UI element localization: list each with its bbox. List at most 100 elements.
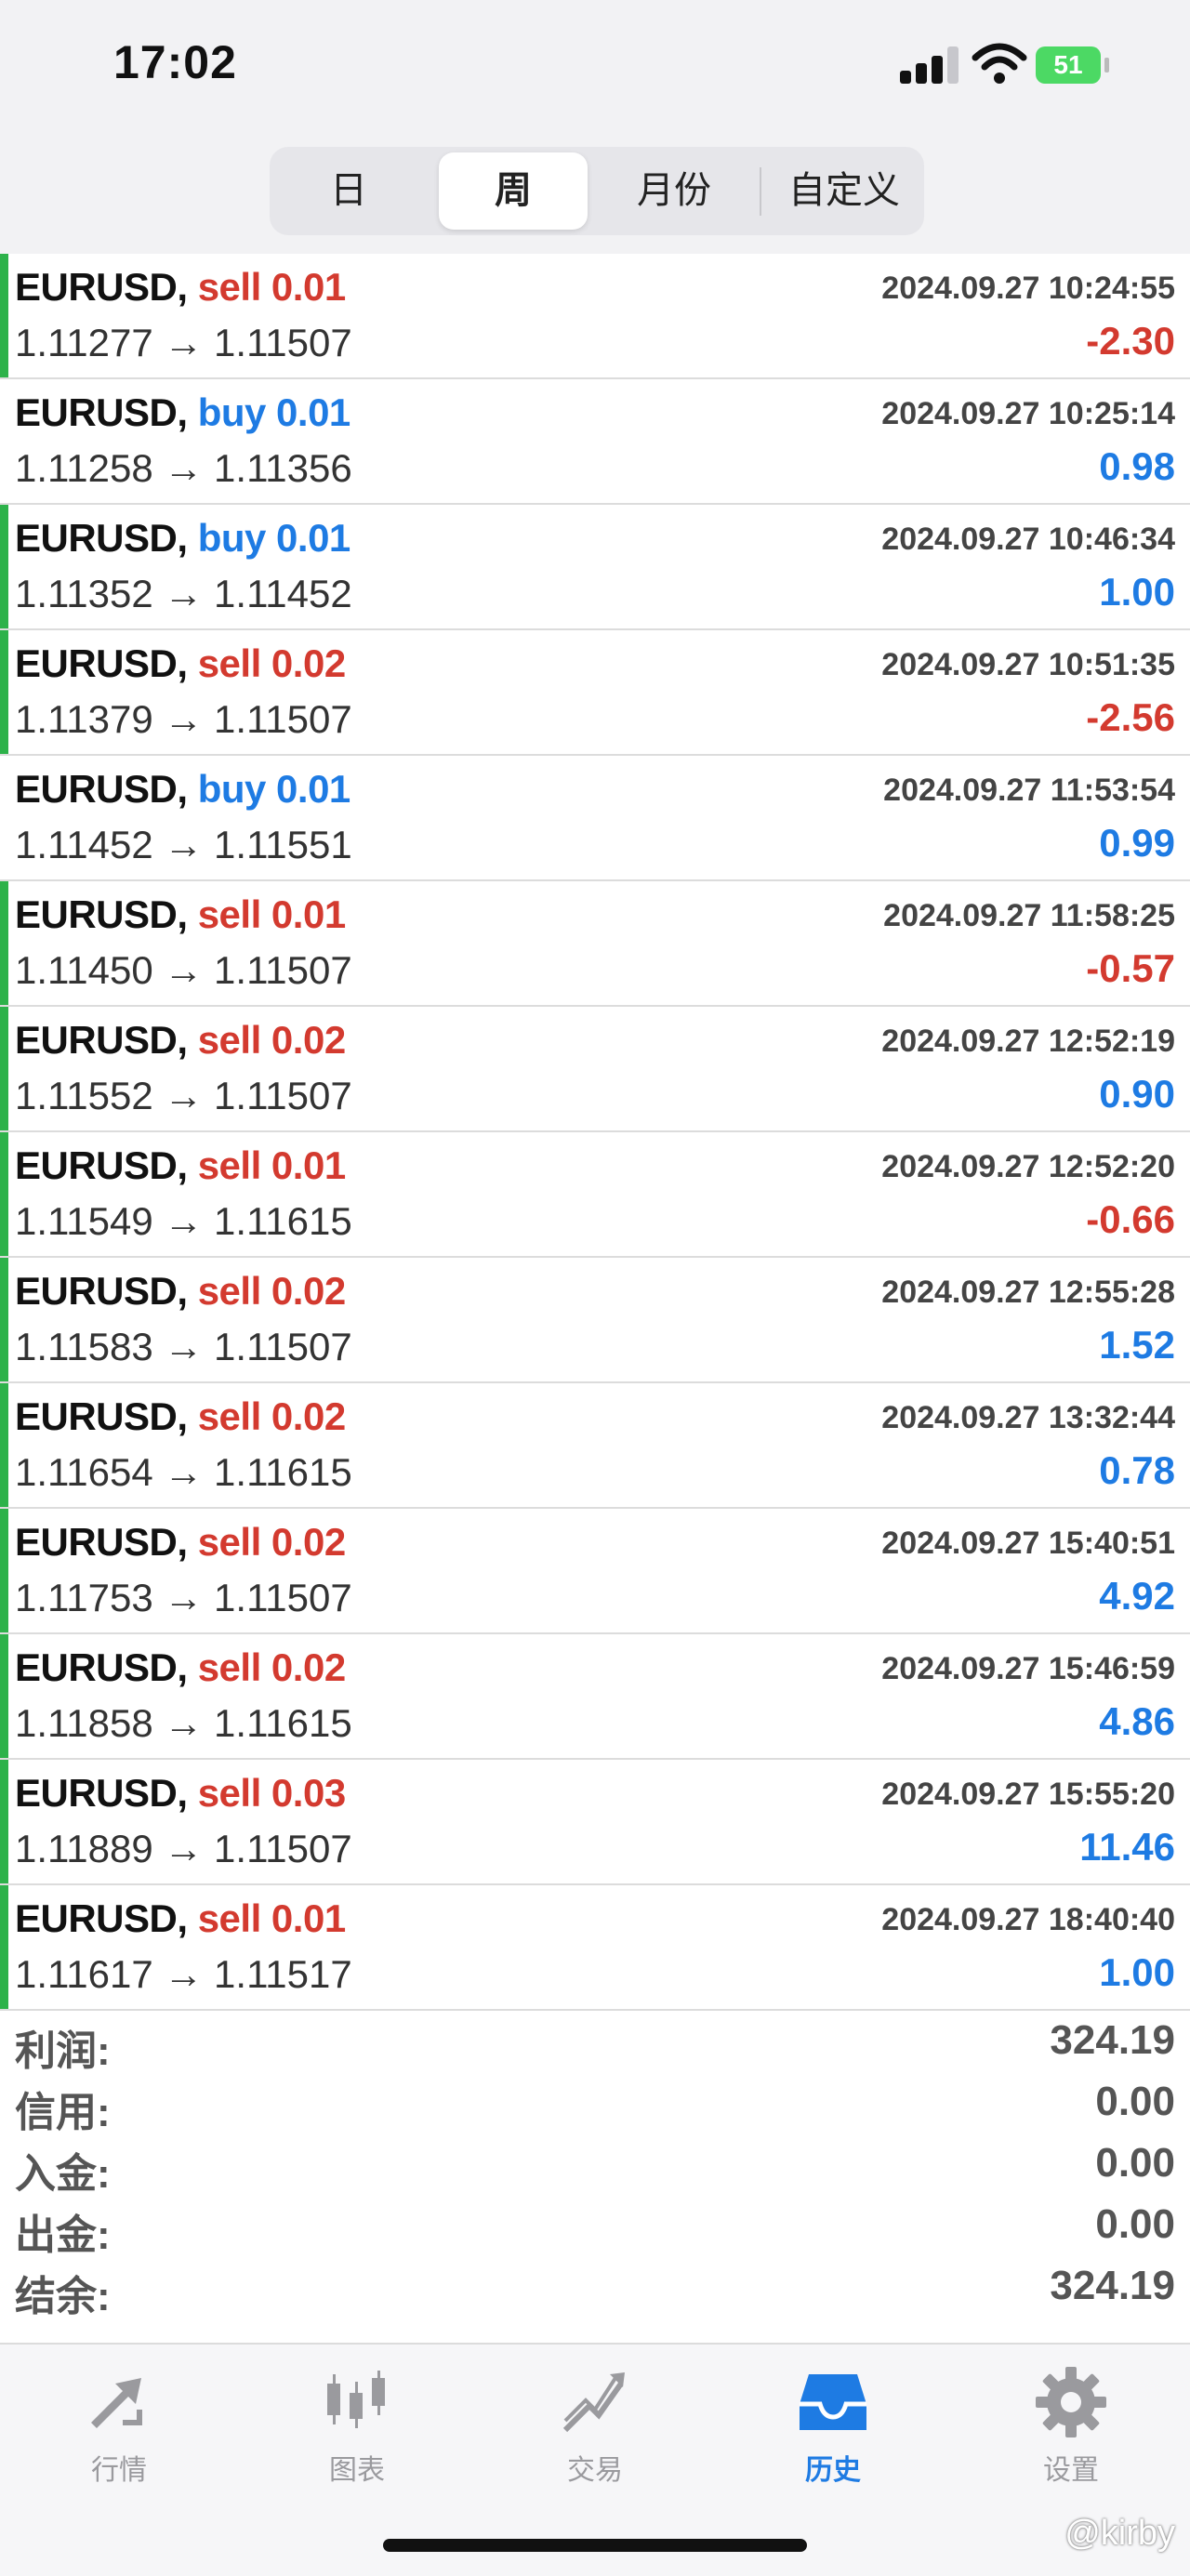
trade-symbol-line: EURUSD, sell 0.02: [15, 641, 346, 686]
tab-chart-label: 图表: [329, 2455, 385, 2486]
segment-month[interactable]: 月份: [595, 147, 753, 235]
tab-settings[interactable]: 设置: [1006, 2365, 1136, 2495]
tab-history-label: 历史: [805, 2455, 861, 2486]
trade-symbol: EURUSD,: [15, 767, 188, 811]
trade-profit: 0.90: [1099, 1072, 1175, 1116]
trade-symbol-line: EURUSD, sell 0.01: [15, 1896, 346, 1941]
segment-week[interactable]: 周: [439, 152, 588, 230]
trade-side: sell 0.03: [197, 1771, 346, 1815]
trade-prices: 1.11654 → 1.11615: [15, 1450, 352, 1494]
trade-datetime: 2024.09.27 12:52:19: [881, 1024, 1175, 1059]
trade-row[interactable]: EURUSD, sell 0.03 1.11889 → 1.11507 2024.0…: [0, 1760, 1190, 1885]
trade-symbol-line: EURUSD, sell 0.02: [15, 1520, 346, 1565]
trade-marker: [0, 1760, 8, 1883]
trade-profit: 0.99: [1099, 821, 1175, 865]
trade-side: buy 0.01: [197, 767, 351, 811]
trade-prices: 1.11352 → 1.11452: [15, 572, 352, 615]
trade-row[interactable]: EURUSD, sell 0.02 1.11583 → 1.11507 2024.0…: [0, 1258, 1190, 1383]
trade-prices: 1.11858 → 1.11615: [15, 1701, 352, 1745]
tab-chart[interactable]: 图表: [292, 2365, 422, 2495]
trade-marker: [0, 1383, 8, 1507]
trade-marker: [0, 1007, 8, 1130]
trade-row[interactable]: EURUSD, buy 0.01 1.11258 → 1.11356 2024.09…: [0, 379, 1190, 505]
summary-row: 入金: 0.00: [0, 2136, 1190, 2198]
trade-row[interactable]: EURUSD, sell 0.01 1.11450 → 1.11507 2024.0…: [0, 881, 1190, 1007]
summary-label: 利润:: [15, 2028, 111, 2074]
trade-symbol: EURUSD,: [15, 1143, 188, 1187]
account-summary: 利润: 324.19 信用: 0.00 入金: 0.00 出金: 0.00 结余: 324.19: [0, 2014, 1190, 2320]
trade-symbol: EURUSD,: [15, 265, 188, 309]
battery-level: 51: [1053, 50, 1083, 79]
trade-row[interactable]: EURUSD, sell 0.02 1.11552 → 1.11507 2024.0…: [0, 1007, 1190, 1132]
tab-trade-label: 交易: [567, 2455, 623, 2486]
candlestick-chart-icon: [327, 2371, 385, 2428]
trade-side: sell 0.01: [197, 1143, 346, 1187]
trade-datetime: 2024.09.27 15:40:51: [881, 1526, 1175, 1561]
trade-row[interactable]: EURUSD, sell 0.02 1.11858 → 1.11615 2024.0…: [0, 1634, 1190, 1760]
trade-symbol: EURUSD,: [15, 1645, 188, 1689]
trade-marker: [0, 756, 8, 879]
trade-datetime: 2024.09.27 10:24:55: [881, 271, 1175, 306]
segment-day[interactable]: 日: [270, 147, 428, 235]
trade-side: buy 0.01: [197, 516, 351, 560]
trade-prices: 1.11889 → 1.11507: [15, 1827, 352, 1870]
trade-history-list: EURUSD, sell 0.01 1.11277 → 1.11507 2024.0…: [0, 254, 1190, 2011]
trade-datetime: 2024.09.27 13:32:44: [881, 1400, 1175, 1435]
trade-marker: [0, 379, 8, 503]
trade-side: sell 0.01: [197, 265, 346, 309]
trade-row[interactable]: EURUSD, sell 0.02 1.11654 → 1.11615 2024.0…: [0, 1383, 1190, 1509]
summary-row: 信用: 0.00: [0, 2075, 1190, 2136]
trade-row[interactable]: EURUSD, buy 0.01 1.11352 → 1.11452 2024.09…: [0, 505, 1190, 630]
trade-symbol-line: EURUSD, buy 0.01: [15, 516, 350, 561]
trade-symbol-line: EURUSD, sell 0.02: [15, 1269, 346, 1314]
battery-nub: [1104, 58, 1109, 73]
trade-profit: -0.57: [1086, 946, 1175, 990]
trade-side: sell 0.02: [197, 1018, 346, 1062]
trade-marker: [0, 254, 8, 377]
trade-datetime: 2024.09.27 10:51:35: [881, 647, 1175, 682]
trade-datetime: 2024.09.27 11:58:25: [883, 898, 1175, 933]
trade-symbol: EURUSD,: [15, 641, 188, 685]
segment-divider: [760, 167, 761, 216]
trade-prices: 1.11753 → 1.11507: [15, 1576, 352, 1619]
trade-datetime: 2024.09.27 10:25:14: [881, 396, 1175, 431]
trade-symbol: EURUSD,: [15, 390, 188, 434]
trade-profit: 0.98: [1099, 444, 1175, 488]
tab-trade[interactable]: 交易: [530, 2365, 660, 2495]
trade-prices: 1.11552 → 1.11507: [15, 1074, 352, 1117]
trade-prices: 1.11258 → 1.11356: [15, 446, 352, 490]
trade-marker: [0, 505, 8, 628]
trade-side: sell 0.02: [197, 1645, 346, 1689]
summary-label: 出金:: [15, 2213, 111, 2258]
summary-row: 结余: 324.19: [0, 2259, 1190, 2320]
trade-symbol: EURUSD,: [15, 892, 188, 936]
trade-prices: 1.11379 → 1.11507: [15, 697, 352, 741]
trade-datetime: 2024.09.27 11:53:54: [883, 773, 1175, 808]
trade-row[interactable]: EURUSD, sell 0.01 1.11617 → 1.11517 2024.0…: [0, 1885, 1190, 2011]
trend-up-icon: [562, 2372, 625, 2433]
trade-row[interactable]: EURUSD, sell 0.01 1.11549 → 1.11615 2024.0…: [0, 1132, 1190, 1258]
trade-profit: -2.30: [1086, 319, 1175, 363]
trade-profit: 1.52: [1099, 1323, 1175, 1367]
battery-icon: 51: [1036, 46, 1101, 84]
trade-profit: 11.46: [1079, 1825, 1175, 1869]
trade-row[interactable]: EURUSD, sell 0.02 1.11753 → 1.11507 2024.0…: [0, 1509, 1190, 1634]
summary-row: 出金: 0.00: [0, 2198, 1190, 2259]
trade-side: sell 0.01: [197, 892, 346, 936]
trade-datetime: 2024.09.27 12:55:28: [881, 1275, 1175, 1310]
trade-row[interactable]: EURUSD, buy 0.01 1.11452 → 1.11551 2024.09…: [0, 756, 1190, 881]
tab-settings-label: 设置: [1043, 2455, 1099, 2486]
tab-history[interactable]: 历史: [768, 2365, 898, 2495]
trade-datetime: 2024.09.27 15:55:20: [881, 1777, 1175, 1812]
trade-datetime: 2024.09.27 12:52:20: [881, 1149, 1175, 1184]
trade-marker: [0, 630, 8, 754]
trade-prices: 1.11450 → 1.11507: [15, 948, 352, 992]
watermark: @kirby: [1064, 2514, 1175, 2553]
inbox-tray-icon: [800, 2374, 866, 2430]
segment-custom[interactable]: 自定义: [764, 147, 924, 235]
trade-row[interactable]: EURUSD, sell 0.01 1.11277 → 1.11507 2024.0…: [0, 254, 1190, 379]
trade-datetime: 2024.09.27 18:40:40: [881, 1902, 1175, 1937]
tab-quotes[interactable]: 行情: [54, 2365, 184, 2495]
trade-symbol-line: EURUSD, sell 0.02: [15, 1394, 346, 1439]
trade-row[interactable]: EURUSD, sell 0.02 1.11379 → 1.11507 2024.0…: [0, 630, 1190, 756]
